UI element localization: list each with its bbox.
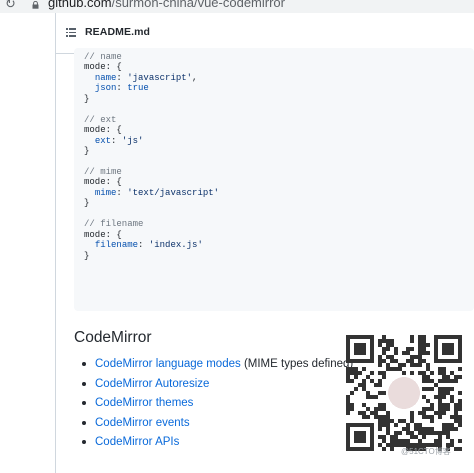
- reload-icon[interactable]: ↻: [5, 0, 16, 12]
- readme-title: README.md: [85, 26, 151, 38]
- code-line: // filename: [84, 219, 144, 230]
- code-line: }: [84, 146, 90, 157]
- code-line: mime: 'text/javascript': [94, 187, 220, 198]
- code-line: name: 'javascript',: [94, 72, 198, 83]
- list-item: CodeMirror Autoresize: [74, 376, 353, 396]
- qr-code: [346, 335, 462, 451]
- code-line: ext: 'js': [94, 135, 144, 146]
- code-line: json: true: [94, 83, 149, 94]
- browser-address-bar: ↻ github.com/surmon-china/vue-codemirror: [0, 0, 474, 13]
- link-language-modes[interactable]: CodeMirror language modes: [95, 358, 241, 370]
- code-line: filename: 'index.js': [94, 240, 203, 251]
- code-line: }: [84, 93, 90, 104]
- code-line: // ext: [84, 114, 117, 125]
- watermark: @51CTO博客: [401, 447, 451, 456]
- link-events[interactable]: CodeMirror events: [95, 417, 190, 429]
- code-line: mode: {: [84, 177, 122, 188]
- link-apis[interactable]: CodeMirror APIs: [95, 436, 179, 448]
- code-block: // name mode: { name: 'javascript', json…: [74, 48, 474, 311]
- code-line: mode: {: [84, 125, 122, 136]
- lock-icon[interactable]: [32, 1, 39, 9]
- list-item: CodeMirror events: [74, 415, 353, 435]
- link-suffix: (MIME types defined): [240, 358, 354, 370]
- list-item: CodeMirror language modes (MIME types de…: [74, 356, 353, 376]
- code-line: // name: [84, 52, 122, 62]
- link-autoresize[interactable]: CodeMirror Autoresize: [95, 378, 209, 390]
- list-unordered-icon[interactable]: [66, 28, 76, 37]
- list-item: CodeMirror APIs: [74, 434, 353, 454]
- link-themes[interactable]: CodeMirror themes: [95, 397, 193, 409]
- list-item: CodeMirror themes: [74, 395, 353, 415]
- code-line: mode: {: [84, 62, 122, 73]
- url-field[interactable]: github.com/surmon-china/vue-codemirror: [48, 0, 285, 11]
- link-list: CodeMirror language modes (MIME types de…: [74, 356, 353, 454]
- code-line: }: [84, 250, 90, 261]
- code-line: mode: {: [84, 229, 122, 240]
- url-host: github.com: [48, 0, 112, 10]
- code-line: }: [84, 198, 90, 209]
- section-heading: CodeMirror: [74, 329, 152, 346]
- code-line: // mime: [84, 166, 122, 177]
- url-path: /surmon-china/vue-codemirror: [111, 0, 285, 10]
